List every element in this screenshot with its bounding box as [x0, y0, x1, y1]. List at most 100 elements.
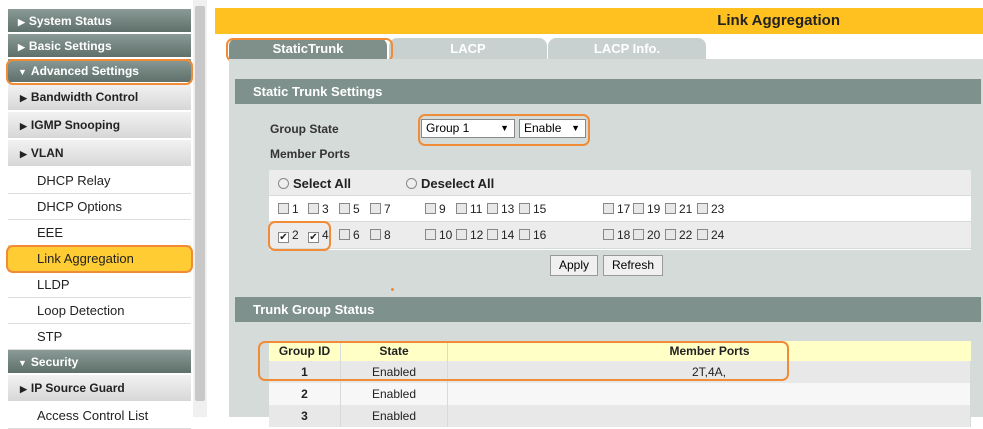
port-label: 23: [711, 202, 725, 216]
port-label: 22: [679, 228, 693, 242]
caret-right-icon: ▶: [20, 384, 27, 394]
port-label: 17: [617, 202, 631, 216]
port-7-checkbox[interactable]: 7: [370, 202, 391, 216]
port-15-checkbox[interactable]: 15: [519, 202, 546, 216]
caret-down-icon: ▼: [18, 67, 27, 77]
group-state-label: Group State: [270, 122, 339, 136]
dropdown-arrow-icon: ▼: [500, 123, 509, 133]
deselect-all-radio[interactable]: Deselect All: [406, 176, 494, 191]
group-select[interactable]: Group 1 ▼: [421, 119, 515, 138]
member-ports-label: Member Ports: [270, 147, 351, 161]
menu-dhcp-options[interactable]: DHCP Options: [8, 194, 191, 220]
radio-icon: [406, 178, 417, 189]
menu-igmp-snooping[interactable]: ▶ IGMP Snooping: [8, 112, 191, 139]
tab-lacp-info[interactable]: LACP Info.: [548, 38, 706, 60]
group-id-cell: 2: [269, 383, 341, 405]
menu-dhcp-relay[interactable]: DHCP Relay: [8, 168, 191, 194]
unchecked-icon: [370, 229, 381, 240]
apply-button[interactable]: Apply: [550, 255, 598, 276]
port-22-checkbox[interactable]: 22: [665, 228, 692, 242]
unchecked-icon: [519, 229, 530, 240]
unchecked-icon: [425, 203, 436, 214]
port-3-checkbox[interactable]: 3: [308, 202, 329, 216]
menu-ip-source-guard[interactable]: ▶ IP Source Guard: [8, 375, 191, 402]
checked-icon: ✔: [308, 232, 319, 243]
port-label: 12: [470, 228, 484, 242]
state-cell: Enabled: [341, 383, 448, 405]
unchecked-icon: [487, 229, 498, 240]
main-content: Link Aggregation StaticTrunk LACP LACP I…: [215, 0, 983, 427]
port-1-checkbox[interactable]: 1: [278, 202, 299, 216]
menu-stp[interactable]: STP: [8, 324, 191, 350]
tab-bar: StaticTrunk LACP LACP Info.: [215, 34, 983, 60]
tab-lacp[interactable]: LACP: [389, 38, 547, 60]
port-19-checkbox[interactable]: 19: [633, 202, 660, 216]
port-2-checkbox[interactable]: ✔ 2: [278, 228, 299, 243]
port-label: 5: [353, 202, 360, 216]
port-21-checkbox[interactable]: 21: [665, 202, 692, 216]
caret-right-icon: ▶: [20, 149, 27, 159]
col-state: State: [341, 341, 448, 361]
menu-advanced-settings[interactable]: ▼ Advanced Settings: [8, 59, 191, 83]
unchecked-icon: [339, 229, 350, 240]
unchecked-icon: [519, 203, 530, 214]
refresh-button[interactable]: Refresh: [603, 255, 663, 276]
port-12-checkbox[interactable]: 12: [456, 228, 483, 242]
port-label: 19: [647, 202, 661, 216]
port-11-checkbox[interactable]: 11: [456, 202, 482, 216]
menu-lldp[interactable]: LLDP: [8, 272, 191, 298]
scrollbar-thumb[interactable]: [195, 6, 205, 401]
port-5-checkbox[interactable]: 5: [339, 202, 360, 216]
port-label: 18: [617, 228, 631, 242]
port-18-checkbox[interactable]: 18: [603, 228, 630, 242]
unchecked-icon: [697, 203, 708, 214]
menu-system-status[interactable]: ▶ System Status: [8, 9, 191, 33]
caret-right-icon: ▶: [18, 17, 25, 27]
port-20-checkbox[interactable]: 20: [633, 228, 660, 242]
radio-icon: [278, 178, 289, 189]
sidebar-scrollbar[interactable]: [193, 0, 207, 417]
menu-link-aggregation[interactable]: Link Aggregation: [8, 246, 191, 272]
title-bar: Link Aggregation: [215, 8, 983, 34]
port-10-checkbox[interactable]: 10: [425, 228, 452, 242]
member-ports-cell: 2T,4A,: [448, 361, 971, 383]
group-id-cell: 3: [269, 405, 341, 427]
port-4-checkbox[interactable]: ✔ 4: [308, 228, 329, 243]
port-6-checkbox[interactable]: 6: [339, 228, 360, 242]
menu-eee[interactable]: EEE: [8, 220, 191, 246]
menu-loop-detection[interactable]: Loop Detection: [8, 298, 191, 324]
port-17-checkbox[interactable]: 17: [603, 202, 630, 216]
port-16-checkbox[interactable]: 16: [519, 228, 546, 242]
port-label: 24: [711, 228, 725, 242]
port-13-checkbox[interactable]: 13: [487, 202, 514, 216]
content-panel: Static Trunk Settings Group State Group …: [229, 59, 983, 427]
port-label: 15: [533, 202, 547, 216]
checked-icon: ✔: [278, 232, 289, 243]
menu-basic-settings[interactable]: ▶ Basic Settings: [8, 34, 191, 58]
unchecked-icon: [603, 203, 614, 214]
unchecked-icon: [456, 203, 467, 214]
menu-vlan[interactable]: ▶ VLAN: [8, 140, 191, 167]
menu-access-control-list[interactable]: Access Control List: [8, 403, 191, 429]
state-select[interactable]: Enable ▼: [519, 119, 586, 138]
port-label: 9: [439, 202, 446, 216]
select-all-radio[interactable]: Select All: [278, 176, 351, 191]
orange-dot: [391, 288, 394, 291]
tab-static-trunk[interactable]: StaticTrunk: [229, 38, 387, 60]
static-trunk-section-header: Static Trunk Settings: [235, 79, 981, 104]
port-23-checkbox[interactable]: 23: [697, 202, 724, 216]
port-9-checkbox[interactable]: 9: [425, 202, 446, 216]
state-cell: Enabled: [341, 405, 448, 427]
unchecked-icon: [665, 229, 676, 240]
port-14-checkbox[interactable]: 14: [487, 228, 514, 242]
menu-security[interactable]: ▼ Security: [8, 350, 191, 374]
menu-bandwidth-control[interactable]: ▶ Bandwidth Control: [8, 84, 191, 111]
sidebar: ▶ System Status ▶ Basic Settings ▼ Advanced…: [0, 0, 207, 429]
port-24-checkbox[interactable]: 24: [697, 228, 724, 242]
unchecked-icon: [633, 203, 644, 214]
unchecked-icon: [425, 229, 436, 240]
group-id-cell: 1: [269, 361, 341, 383]
unchecked-icon: [456, 229, 467, 240]
unchecked-icon: [697, 229, 708, 240]
port-8-checkbox[interactable]: 8: [370, 228, 391, 242]
